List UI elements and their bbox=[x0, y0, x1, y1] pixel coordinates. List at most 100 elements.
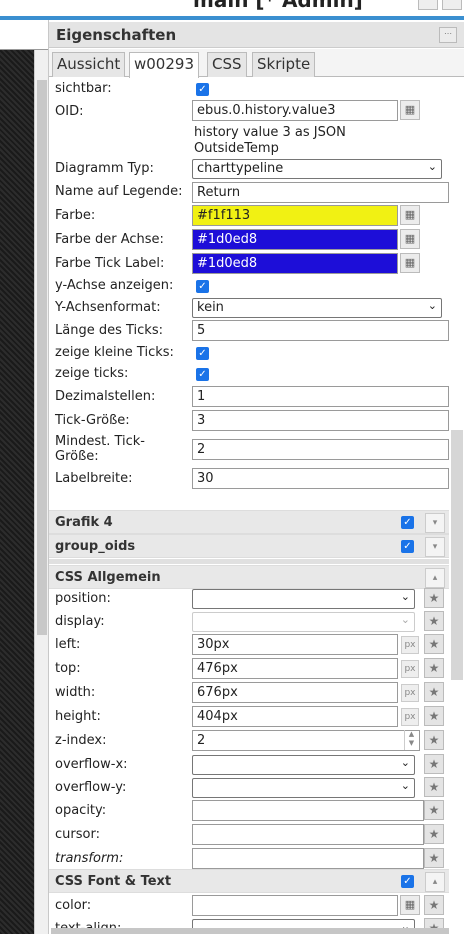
css-overflow-y-label: overflow-y: bbox=[55, 780, 127, 795]
star-icon[interactable]: ★ bbox=[424, 730, 444, 750]
z-index-spinner-icon[interactable]: ▲ ▼ bbox=[404, 730, 418, 750]
y-axis-format-label: Y-Achsenformat: bbox=[55, 300, 161, 315]
color-picker-icon[interactable]: ▦ bbox=[400, 205, 420, 225]
label-width-input[interactable]: 30 bbox=[192, 468, 449, 489]
group-separator bbox=[49, 559, 449, 564]
menu-dots-icon[interactable]: ⋯ bbox=[439, 27, 457, 43]
chevron-down-icon[interactable]: ▾ bbox=[425, 537, 445, 557]
group-grafik4[interactable]: Grafik 4 ✓ ▾ bbox=[49, 510, 449, 534]
star-icon[interactable]: ★ bbox=[424, 588, 444, 608]
css-display-select[interactable]: ⌄ bbox=[192, 612, 415, 632]
axis-color-input[interactable]: #1d0ed8 bbox=[192, 229, 398, 250]
group-oids-checkbox[interactable]: ✓ bbox=[401, 540, 414, 553]
css-height-unit[interactable]: px bbox=[401, 708, 419, 726]
css-position-select[interactable]: ⌄ bbox=[192, 589, 415, 609]
star-icon[interactable]: ★ bbox=[424, 634, 444, 654]
css-top-unit[interactable]: px bbox=[401, 660, 419, 678]
star-icon[interactable]: ★ bbox=[424, 895, 444, 915]
chevron-up-icon[interactable]: ▴ bbox=[425, 568, 445, 588]
decimals-input[interactable]: 1 bbox=[192, 386, 449, 407]
star-icon[interactable]: ★ bbox=[424, 706, 444, 726]
css-color-picker-icon[interactable]: ▦ bbox=[400, 895, 420, 915]
oid-description-name: OutsideTemp bbox=[194, 141, 279, 156]
tab-widget[interactable]: w00293 bbox=[129, 52, 199, 78]
css-width-input[interactable]: 676px bbox=[192, 682, 398, 703]
css-left-input[interactable]: 30px bbox=[192, 634, 398, 655]
star-icon[interactable]: ★ bbox=[424, 848, 444, 868]
chevron-down-icon: ⌄ bbox=[400, 779, 410, 792]
css-display-label: display: bbox=[55, 614, 105, 629]
title-bar-button[interactable] bbox=[442, 0, 462, 10]
star-icon[interactable]: ★ bbox=[424, 824, 444, 844]
chevron-down-icon: ⌄ bbox=[400, 590, 410, 603]
visible-label: sichtbar: bbox=[55, 81, 112, 96]
oid-select-icon[interactable]: ▦ bbox=[400, 100, 420, 120]
legend-name-input[interactable]: Return bbox=[192, 182, 449, 203]
tab-css[interactable]: CSS bbox=[207, 52, 247, 77]
color-input[interactable]: #f1f113 bbox=[192, 205, 398, 226]
axis-color-picker-icon[interactable]: ▦ bbox=[400, 229, 420, 249]
canvas-scrollbar[interactable] bbox=[34, 50, 48, 934]
css-transform-label: transform: bbox=[55, 851, 124, 866]
css-top-input[interactable]: 476px bbox=[192, 658, 398, 679]
horizontal-scrollbar[interactable] bbox=[51, 928, 449, 934]
chevron-up-icon[interactable]: ▴ bbox=[425, 872, 445, 892]
css-overflow-x-label: overflow-x: bbox=[55, 757, 128, 772]
css-z-index-input[interactable]: 2 bbox=[192, 730, 420, 751]
group-css-font-checkbox[interactable]: ✓ bbox=[401, 875, 414, 888]
group-css-font[interactable]: CSS Font & Text ✓ ▴ bbox=[49, 869, 449, 893]
panel-header: Eigenschaften ⋯ bbox=[49, 22, 464, 48]
group-css-general[interactable]: CSS Allgemein ▴ bbox=[49, 565, 449, 589]
css-z-index-label: z-index: bbox=[55, 733, 107, 748]
star-icon[interactable]: ★ bbox=[424, 658, 444, 678]
min-tick-size-label-line1: Mindest. Tick- bbox=[55, 434, 145, 449]
css-left-unit[interactable]: px bbox=[401, 636, 419, 654]
star-icon[interactable]: ★ bbox=[424, 682, 444, 702]
tab-view[interactable]: Aussicht bbox=[52, 52, 126, 77]
tick-label-color-picker-icon[interactable]: ▦ bbox=[400, 253, 420, 273]
chevron-down-icon[interactable]: ▾ bbox=[425, 513, 445, 533]
title-bar-button[interactable] bbox=[418, 0, 438, 10]
tick-label-color-input[interactable]: #1d0ed8 bbox=[192, 253, 398, 274]
css-opacity-label: opacity: bbox=[55, 803, 107, 818]
show-ticks-checkbox[interactable]: ✓ bbox=[196, 368, 209, 381]
css-overflow-y-select[interactable]: ⌄ bbox=[192, 778, 415, 798]
oid-input[interactable]: ebus.0.history.value3 bbox=[192, 100, 398, 121]
star-icon[interactable]: ★ bbox=[424, 611, 444, 631]
css-overflow-x-select[interactable]: ⌄ bbox=[192, 755, 415, 775]
decimals-label: Dezimalstellen: bbox=[55, 389, 156, 404]
tick-length-input[interactable]: 5 bbox=[192, 320, 449, 341]
chart-type-select[interactable]: charttypeline ⌄ bbox=[192, 159, 442, 179]
canvas-scrollbar-thumb[interactable] bbox=[37, 80, 47, 635]
css-cursor-label: cursor: bbox=[55, 827, 100, 842]
star-icon[interactable]: ★ bbox=[424, 800, 444, 820]
css-color-label: color: bbox=[55, 898, 92, 913]
css-width-unit[interactable]: px bbox=[401, 684, 419, 702]
axis-color-label: Farbe der Achse: bbox=[55, 232, 164, 247]
show-small-ticks-checkbox[interactable]: ✓ bbox=[196, 347, 209, 360]
group-oids[interactable]: group_oids ✓ ▾ bbox=[49, 534, 449, 558]
css-width-label: width: bbox=[55, 685, 96, 700]
color-label: Farbe: bbox=[55, 208, 96, 223]
chart-type-value: charttypeline bbox=[197, 161, 284, 176]
star-icon[interactable]: ★ bbox=[424, 754, 444, 774]
y-axis-format-select[interactable]: kein ⌄ bbox=[192, 298, 442, 318]
show-y-axis-checkbox[interactable]: ✓ bbox=[196, 280, 209, 293]
css-position-label: position: bbox=[55, 591, 111, 606]
css-opacity-input[interactable] bbox=[192, 800, 424, 821]
tab-scripts[interactable]: Skripte bbox=[252, 52, 316, 77]
css-height-input[interactable]: 404px bbox=[192, 706, 398, 727]
panel-scrollbar-thumb[interactable] bbox=[451, 430, 463, 680]
css-color-input[interactable] bbox=[192, 895, 398, 916]
css-transform-input[interactable] bbox=[192, 848, 424, 869]
tick-size-input[interactable]: 3 bbox=[192, 410, 449, 431]
tab-bar: Aussicht w00293 CSS Skripte bbox=[49, 49, 464, 78]
chevron-down-icon: ⌄ bbox=[400, 756, 410, 769]
star-icon[interactable]: ★ bbox=[424, 777, 444, 797]
group-grafik4-checkbox[interactable]: ✓ bbox=[401, 516, 414, 529]
show-ticks-label: zeige ticks: bbox=[55, 366, 129, 381]
min-tick-size-input[interactable]: 2 bbox=[192, 439, 449, 460]
css-cursor-input[interactable] bbox=[192, 824, 424, 845]
visible-checkbox[interactable]: ✓ bbox=[196, 83, 209, 96]
canvas-toolbar bbox=[0, 20, 48, 50]
